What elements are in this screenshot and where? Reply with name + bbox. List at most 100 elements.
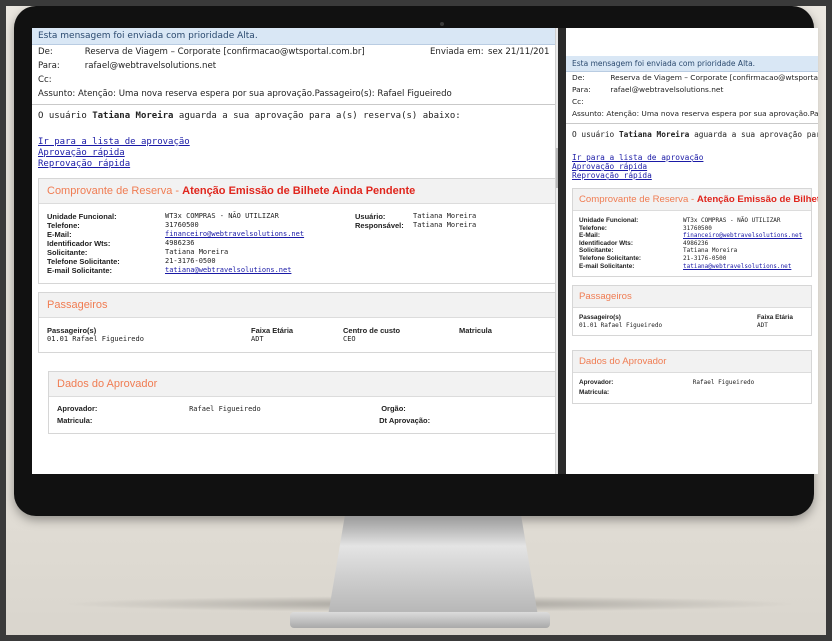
intro-suffix: aguarda a sua aprovação para a(s) reserv…: [694, 130, 818, 139]
email-window-main: Esta mensagem foi enviada com prioridade…: [32, 28, 562, 474]
identifier-value: 4986236: [683, 239, 709, 247]
to-label: Para:: [572, 85, 591, 94]
passengers-table: Passageiro(s) 01.01 Rafael Figueiredo Fa…: [39, 318, 555, 352]
user-value: Tatiana Moreira: [413, 212, 477, 220]
detail-row: E-mail Solicitante: tatiana@webtravelsol…: [47, 266, 547, 275]
booking-alert: Atenção Emissão de Bilhete Ainda Pendent…: [696, 194, 818, 205]
passengers-panel: Passageiros Passageiro(s) 01.01 Rafael F…: [572, 285, 812, 337]
booking-title: Comprovante de Reserva -: [47, 185, 180, 197]
requester-email-label: E-mail Solicitante:: [579, 262, 635, 270]
phone-value: 31760500: [165, 221, 199, 229]
email-header: De: Reserva de Viagem – Corporate [confi…: [32, 45, 562, 105]
monitor-screen: Esta mensagem foi enviada com prioridade…: [32, 28, 818, 474]
detail-row: E-Mail: financeiro@webtravelsolutions.net: [579, 232, 805, 240]
unit-label: Unidade Funcional:: [579, 217, 639, 224]
passengers-panel: Passageiros Passageiro(s) 01.01 Rafael F…: [38, 292, 556, 353]
priority-notice: Esta mensagem foi enviada com prioridade…: [566, 56, 818, 72]
camera-icon: [440, 22, 444, 26]
quick-reject-link[interactable]: Reprovação rápida: [572, 171, 812, 180]
detail-row: Solicitante: Tatiana Moreira: [579, 247, 805, 255]
detail-row: Identificador Wts: 4986236: [47, 239, 547, 248]
approver-panel: Dados do Aprovador Aprovador: Rafael Fig…: [48, 371, 556, 434]
header-cc: Cc:: [32, 73, 562, 87]
responsible-value: Tatiana Moreira: [413, 221, 477, 229]
email-label: E-Mail:: [579, 232, 600, 240]
requester-email-link[interactable]: tatiana@webtravelsolutions.net: [165, 266, 355, 275]
header-cc: Cc:: [566, 96, 818, 108]
requester-phone-value: 21-3176-0500: [683, 254, 727, 262]
passengers-title: Passageiros: [573, 286, 811, 309]
detail-row: Unidade Funcional: WT3x COMPRAS - NÃO UTI…: [579, 217, 805, 225]
approver-label: Aprovador:: [57, 404, 98, 413]
window-spacer: [566, 28, 818, 56]
age-value: ADT: [251, 335, 264, 343]
orgao-label: Orgão:: [381, 404, 406, 413]
sent-value: sex 21/11/201: [488, 47, 550, 57]
booking-panel: Comprovante de Reserva - Atenção Emissão…: [38, 178, 556, 284]
quick-approve-link[interactable]: Aprovação rápida: [572, 162, 812, 171]
booking-details: Unidade Funcional: WT3x COMPRAS - NÃO UT…: [39, 204, 555, 283]
unit-value: WT3x COMPRAS - NÃO UTILIZAR: [683, 217, 781, 224]
cc-label: Cc:: [38, 75, 52, 85]
approver-details: Aprovador: Rafael Figueiredo Orgão: Matr…: [49, 397, 555, 433]
intro-text: O usuário Tatiana Moreira aguarda a sua …: [572, 130, 818, 139]
cc-label: Cc:: [572, 97, 584, 106]
passenger-name: 01.01 Rafael Figueiredo: [579, 321, 663, 329]
requester-label: Solicitante:: [579, 247, 614, 255]
age-col: Faixa Etária ADT: [251, 326, 343, 344]
requester-value: Tatiana Moreira: [165, 248, 229, 256]
col-header: Matricula: [459, 326, 492, 335]
approval-list-link[interactable]: Ir para a lista de aprovação: [38, 137, 556, 148]
requester-value: Tatiana Moreira: [683, 247, 738, 255]
window-divider: [558, 28, 566, 474]
identifier-value: 4986236: [165, 239, 195, 247]
quick-approve-link[interactable]: Aprovação rápida: [38, 148, 556, 159]
intro-suffix: aguarda a sua aprovação para a(s) reserv…: [178, 111, 461, 121]
from-label: De:: [38, 47, 53, 57]
approver-row: Matricula: Dt Aprovação:: [57, 415, 547, 427]
email-body: O usuário Tatiana Moreira aguarda a sua …: [32, 111, 562, 434]
detail-row: Identificador Wts: 4986236: [579, 240, 805, 248]
approver-title: Dados do Aprovador: [49, 372, 555, 397]
approver-label: Aprovador:: [579, 379, 614, 387]
subject-label: Assunto:: [572, 109, 605, 118]
header-subject: Assunto: Atenção: Uma nova reserva esper…: [32, 87, 562, 101]
to-label: Para:: [38, 61, 60, 71]
booking-title: Comprovante de Reserva -: [579, 194, 695, 205]
to-value[interactable]: rafael@webtravelsolutions.net: [610, 85, 723, 94]
approver-title: Dados do Aprovador: [573, 351, 811, 374]
email-value-link[interactable]: financeiro@webtravelsolutions.net: [683, 232, 818, 240]
subject-value: Atenção: Uma nova reserva espera por sua…: [77, 89, 452, 99]
col-header: Faixa Etária: [757, 314, 793, 322]
from-value[interactable]: Reserva de Viagem – Corporate [confirmac…: [85, 47, 365, 57]
passenger-col: Passageiro(s) 01.01 Rafael Figueiredo: [579, 314, 757, 329]
detail-row: Telefone Solicitante: 21-3176-0500: [579, 255, 805, 263]
cost-center-value: CEO: [343, 335, 356, 343]
header-from: De: Reserva de Viagem – Corporate [confi…: [566, 72, 818, 84]
approver-row: Matricula:: [579, 388, 805, 398]
age-col: Faixa Etária ADT: [757, 314, 793, 329]
requester-email-link[interactable]: tatiana@webtravelsolutions.net: [683, 263, 818, 271]
email-value-link[interactable]: financeiro@webtravelsolutions.net: [165, 230, 355, 239]
monitor-stand: [328, 516, 538, 616]
from-value[interactable]: Reserva de Viagem – Corporate [confirmac…: [610, 73, 818, 82]
phone-label: Telefone:: [47, 221, 80, 230]
passenger-col: Passageiro(s) 01.01 Rafael Figueiredo: [47, 326, 251, 344]
passenger-name: 01.01 Rafael Figueiredo: [47, 335, 144, 343]
detail-row: E-mail Solicitante: tatiana@webtravelsolu…: [579, 263, 805, 271]
approver-row: Aprovador: Rafael Figueiredo Orgão:: [57, 403, 547, 415]
quick-reject-link[interactable]: Reprovação rápida: [38, 159, 556, 170]
to-value[interactable]: rafael@webtravelsolutions.net: [85, 61, 216, 71]
approver-details: Aprovador: Rafael Figueiredo Matricula:: [573, 373, 811, 403]
intro-prefix: O usuário: [572, 130, 615, 139]
approval-date-label: Dt Aprovação:: [379, 416, 431, 425]
responsible-label: Responsável:: [355, 221, 404, 230]
approver-value: Rafael Figueiredo: [692, 379, 755, 387]
approval-list-link[interactable]: Ir para a lista de aprovação: [572, 153, 812, 162]
passengers-table: Passageiro(s) 01.01 Rafael Figueiredo Fa…: [573, 308, 811, 335]
requester-label: Solicitante:: [47, 248, 88, 257]
subject-value: Atenção: Uma nova reserva espera por sua…: [606, 109, 818, 118]
booking-alert: Atenção Emissão de Bilhete Ainda Pendent…: [182, 185, 416, 197]
user-label: Usuário:: [355, 212, 386, 221]
phone-label: Telefone:: [579, 224, 607, 232]
